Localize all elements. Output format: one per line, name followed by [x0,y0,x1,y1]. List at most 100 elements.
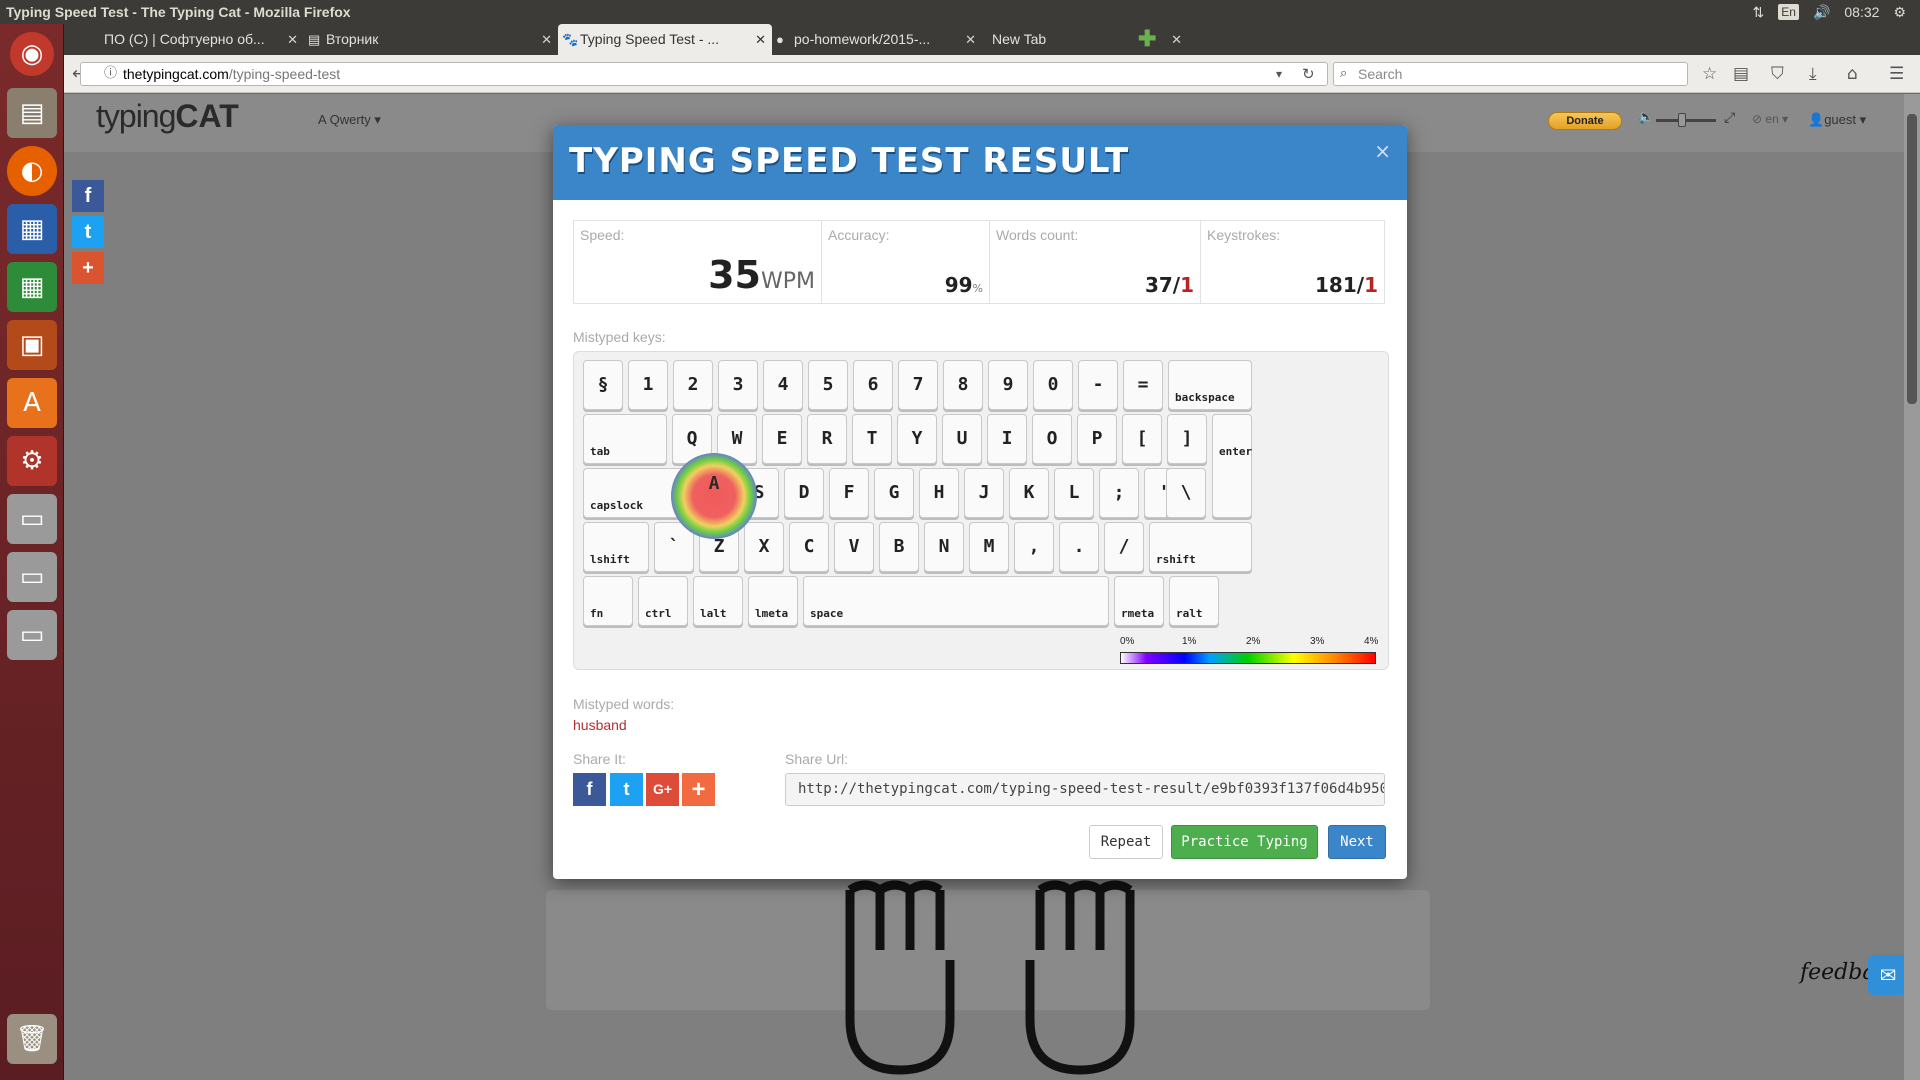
tab-softuerno[interactable]: ПО (C) | Софтуерно об... ✕ [82,24,304,55]
key: 4 [763,360,803,410]
drive-icon[interactable]: ▭ [7,494,57,544]
system-tray: ⇅ En 🔊 08:32 ⚙ [1753,0,1906,24]
drive-icon[interactable]: ▭ [7,552,57,602]
share-google-plus-icon[interactable]: G+ [646,773,679,806]
donate-button[interactable]: Donate [1548,112,1622,130]
search-input[interactable]: Search [1333,62,1688,86]
key: T [852,414,892,464]
tab-github[interactable]: ● po-homework/2015-... ✕ [772,24,982,55]
key: - [1078,360,1118,410]
trash-icon[interactable]: 🗑 [7,1014,57,1064]
keyboard-language-indicator[interactable]: En [1778,4,1799,20]
share-facebook-icon[interactable]: f [573,773,606,806]
menu-hamburger-icon[interactable]: ☰ [1889,62,1904,86]
close-icon[interactable]: ✕ [755,24,766,55]
facebook-icon[interactable]: f [72,180,104,212]
search-icon: ⌕ [1340,66,1348,81]
firefox-icon[interactable]: ◐ [7,146,57,196]
reload-icon[interactable]: ↻ [1302,62,1315,86]
fullscreen-icon[interactable]: ⤢ [1724,110,1735,126]
calc-icon[interactable]: ▦ [7,262,57,312]
key: [ [1122,414,1162,464]
addthis-plus-icon[interactable]: + [72,252,104,284]
clock[interactable]: 08:32 [1844,0,1879,24]
volume-slider[interactable] [1656,113,1716,127]
language-dropdown[interactable]: ⊘ en ▾ [1752,112,1788,126]
accuracy-label: Accuracy: [828,227,890,243]
key: ; [1099,468,1139,518]
repeat-button[interactable]: Repeat [1089,825,1163,859]
download-icon[interactable]: ⤓ [1809,62,1817,86]
key: Y [897,414,937,464]
key-ctrl: ctrl [638,576,688,626]
logo-bold-text: CAT [175,98,239,134]
tab-new-tab[interactable]: New Tab ✕ [982,24,1188,55]
volume-icon[interactable]: 🔊 [1813,0,1830,24]
network-icon[interactable]: ⇅ [1753,0,1765,24]
url-bar[interactable]: thetypingcat.com/typing-speed-test [80,62,1328,86]
twitter-icon[interactable]: t [72,216,104,248]
key: M [969,522,1009,572]
tab-label: New Tab [992,31,1047,47]
key: 5 [808,360,848,410]
close-icon[interactable]: ✕ [541,24,552,55]
impress-icon[interactable]: ▣ [7,320,57,370]
key: E [762,414,802,464]
pocket-icon[interactable]: ⛉ [1771,62,1784,86]
speed-number: 35 [708,253,761,297]
site-logo[interactable]: typingCAT [96,98,239,135]
new-tab-plus-icon[interactable]: ✚ [1138,26,1156,52]
close-icon[interactable]: ✕ [287,24,298,55]
key: X [744,522,784,572]
page-scrollbar[interactable] [1904,94,1920,1080]
share-url-field[interactable]: http://thetypingcat.com/typing-speed-tes… [785,773,1385,806]
software-center-icon[interactable]: A [7,378,57,428]
close-icon[interactable]: ✕ [965,24,976,55]
keystrokes-errors: 1 [1364,273,1378,297]
key: § [583,360,623,410]
key: N [924,522,964,572]
sound-icon[interactable]: 🔈 [1638,110,1654,125]
site-info-icon[interactable]: ⓘ [104,62,117,86]
url-dropdown-icon[interactable]: ▾ [1276,62,1282,86]
words-count-value: 37/1 [1145,273,1194,297]
close-icon[interactable]: ✕ [1171,24,1182,55]
keyboard-layout-dropdown[interactable]: A Qwerty ▾ [318,112,381,128]
keystrokes-value: 181/1 [1315,273,1378,297]
close-icon[interactable]: × [1374,139,1391,163]
speed-unit: WPM [760,269,815,294]
mistyped-keys-label: Mistyped keys: [573,329,666,345]
key: K [1009,468,1049,518]
share-twitter-icon[interactable]: t [610,773,643,806]
unity-launcher: ◉ ▤ ◐ ▦ ▦ ▣ A ⚙ ▭ ▭ ▭ 🗑 [0,24,64,1080]
ubuntu-dash-icon[interactable]: ◉ [10,32,54,76]
files-icon[interactable]: ▤ [7,88,57,138]
chat-icon[interactable]: ✉ [1868,955,1908,995]
speed-label: Speed: [580,227,625,243]
mistyped-word: husband [573,717,627,733]
power-gear-icon[interactable]: ⚙ [1893,0,1906,24]
window-title: Typing Speed Test - The Typing Cat - Moz… [6,4,351,20]
key-rmeta: rmeta [1114,576,1164,626]
system-settings-icon[interactable]: ⚙ [7,436,57,486]
bookmark-star-icon[interactable]: ☆ [1702,62,1717,86]
key-lshift: lshift [583,522,649,572]
reading-list-icon[interactable]: ▤ [1733,62,1749,86]
tab-typing-speed-test[interactable]: 🐾 Typing Speed Test - ... ✕ [558,24,772,55]
tab-vtornik[interactable]: ▤ Вторник ✕ [304,24,558,55]
scrollbar-thumb[interactable] [1907,114,1917,404]
tab-label: Вторник [326,31,379,47]
share-more-plus-icon[interactable]: + [682,773,715,806]
practice-typing-button[interactable]: Practice Typing [1171,825,1318,859]
next-button[interactable]: Next [1328,825,1386,859]
user-dropdown[interactable]: 👤guest ▾ [1808,112,1866,128]
key: B [879,522,919,572]
drive-icon[interactable]: ▭ [7,610,57,660]
key-backspace: backspace [1168,360,1252,410]
home-icon[interactable]: ⌂ [1847,62,1858,86]
writer-icon[interactable]: ▦ [7,204,57,254]
key: 9 [988,360,1028,410]
volume-slider-handle[interactable] [1678,113,1686,127]
key: 1 [628,360,668,410]
key: P [1077,414,1117,464]
